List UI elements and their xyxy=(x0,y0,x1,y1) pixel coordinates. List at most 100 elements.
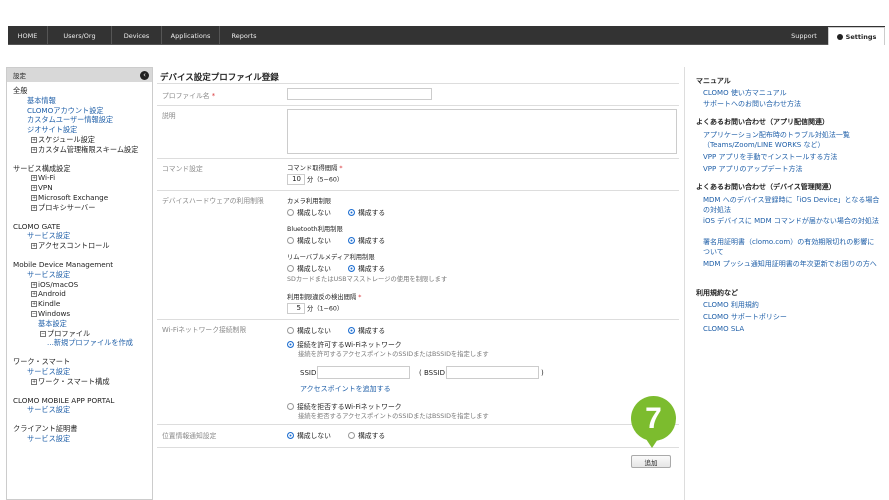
profile-name-input[interactable] xyxy=(287,88,432,100)
help-link[interactable]: サポートへのお問い合わせ方法 xyxy=(703,99,881,109)
collapse-icon[interactable]: − xyxy=(40,330,46,337)
expand-icon[interactable]: + xyxy=(31,243,37,250)
help-link[interactable]: MDM へのデバイス登録時に「iOS Device」となる場合の対処法 xyxy=(703,195,881,215)
sidebar-group-title: クライアント証明書 xyxy=(13,424,78,434)
expand-icon[interactable]: + xyxy=(31,175,37,182)
sidebar-item[interactable]: + スケジュール設定 xyxy=(13,135,152,145)
top-navigation-bar: HOME Users/Org Devices Applications Repo… xyxy=(8,26,885,45)
description-textarea[interactable] xyxy=(287,109,677,154)
sidebar-item[interactable]: サービス設定 xyxy=(13,270,152,280)
sidebar-item[interactable]: + Wi-Fi xyxy=(13,173,152,183)
sidebar-item[interactable]: + プロキシサーバー xyxy=(13,203,152,213)
add-button[interactable]: 追加 xyxy=(631,455,671,468)
camera-no-config-radio[interactable]: 構成しない xyxy=(287,207,331,217)
help-link[interactable]: VPP アプリのアップデート方法 xyxy=(703,164,881,174)
help-link[interactable]: iOS デバイスに MDM コマンドが届かない場合の対処法 xyxy=(703,216,881,226)
expand-icon[interactable]: + xyxy=(31,185,37,192)
collapse-icon[interactable]: − xyxy=(31,310,37,317)
wifi-config-radio[interactable]: 構成する xyxy=(348,325,385,335)
location-no-config-radio[interactable]: 構成しない xyxy=(287,430,331,440)
expand-icon[interactable]: + xyxy=(31,146,37,153)
wifi-allow-radio[interactable]: 接続を許可するWi-Fiネットワーク xyxy=(287,339,402,349)
sidebar-item[interactable]: − Windows xyxy=(13,309,152,319)
help-link[interactable]: CLOMO SLA xyxy=(703,324,881,334)
removable-no-config-radio[interactable]: 構成しない xyxy=(287,263,331,273)
sidebar-item[interactable]: カスタムユーザー情報設定 xyxy=(13,115,152,125)
sidebar-item[interactable]: + アクセスコントロール xyxy=(13,241,152,251)
sidebar-group-title: サービス構成設定 xyxy=(13,163,71,173)
expand-icon[interactable]: + xyxy=(31,378,37,385)
command-interval-row: 10 分（5~60） xyxy=(287,174,343,185)
sidebar-item[interactable]: + Android xyxy=(13,289,152,299)
help-link[interactable]: CLOMO 利用規約 xyxy=(703,300,881,310)
expand-icon[interactable]: + xyxy=(31,136,37,143)
expand-icon[interactable]: + xyxy=(31,281,37,288)
collapse-sidebar-icon[interactable]: ‹ xyxy=(140,70,149,80)
location-notification-label: 位置情報通知設定 xyxy=(162,432,217,440)
sidebar-item[interactable]: サービス設定 xyxy=(13,434,152,444)
sidebar-item[interactable]: + カスタム管理権限スキーム設定 xyxy=(13,145,152,155)
expand-icon[interactable]: + xyxy=(31,301,37,308)
ssid-input[interactable] xyxy=(317,366,410,379)
settings-sidebar: 設定 ‹ 全般 基本情報 CLOMOアカウント設定 カスタムユーザー情報設定 ジオサイト… xyxy=(6,67,153,500)
add-access-point-link[interactable]: アクセスポイントを追加する xyxy=(300,384,391,394)
removable-note: SDカードまたはUSBマスストレージの使用を制限します xyxy=(287,276,448,283)
sidebar-item[interactable]: + Kindle xyxy=(13,299,152,309)
sidebar-item-label: サービス設定 xyxy=(27,433,71,443)
sidebar-item[interactable]: 基本設定 xyxy=(13,319,152,329)
sidebar-item[interactable]: − プロファイル xyxy=(13,329,152,339)
expand-icon[interactable]: + xyxy=(31,204,37,211)
sidebar-item[interactable]: 基本情報 xyxy=(13,96,152,106)
sidebar-item[interactable]: サービス設定 xyxy=(13,405,152,415)
bssid-input[interactable] xyxy=(446,366,539,379)
sidebar-header: 設定 ‹ xyxy=(7,68,152,82)
nav-reports[interactable]: Reports xyxy=(220,26,268,45)
sidebar-item-label: アクセスコントロール xyxy=(38,241,110,251)
settings-gear-icon xyxy=(836,33,843,40)
sidebar-item[interactable]: + VPN xyxy=(13,183,152,193)
sidebar-item[interactable]: + Microsoft Exchange xyxy=(13,193,152,203)
sidebar-item-label: カスタム管理権限スキーム設定 xyxy=(38,144,139,154)
nav-applications[interactable]: Applications xyxy=(162,26,220,45)
command-interval-input[interactable]: 10 xyxy=(287,174,305,185)
sidebar-item[interactable]: ...新規プロファイルを作成 xyxy=(13,338,152,348)
wifi-restriction-label: Wi-Fiネットワーク接続制限 xyxy=(162,326,247,334)
bluetooth-no-config-radio[interactable]: 構成しない xyxy=(287,235,331,245)
nav-users-org[interactable]: Users/Org xyxy=(48,26,112,45)
nav-devices[interactable]: Devices xyxy=(112,26,162,45)
expand-icon[interactable]: + xyxy=(31,291,37,298)
expand-icon[interactable]: + xyxy=(31,194,37,201)
sidebar-item[interactable]: ジオサイト設定 xyxy=(13,125,152,135)
location-config-radio[interactable]: 構成する xyxy=(348,430,385,440)
wifi-no-config-radio[interactable]: 構成しない xyxy=(287,325,331,335)
sidebar-group-title: 全般 xyxy=(13,86,28,95)
camera-config-radio[interactable]: 構成する xyxy=(348,207,385,217)
help-link[interactable]: 署名用証明書（clomo.com）の有効期限切れの影響について xyxy=(703,237,881,257)
sidebar-item-label: Windows xyxy=(38,308,71,318)
sidebar-item[interactable]: サービス設定 xyxy=(13,367,152,377)
sidebar-item-label: カスタムユーザー情報設定 xyxy=(27,115,114,125)
sidebar-item-label: 基本情報 xyxy=(27,95,56,105)
sidebar-item[interactable]: + ワーク・スマート構成 xyxy=(13,377,152,387)
bssid-close-paren: ) xyxy=(541,369,544,377)
sidebar-group-title: CLOMO MOBILE APP PORTAL xyxy=(13,395,115,405)
description-label: 説明 xyxy=(162,112,176,120)
nav-support[interactable]: Support xyxy=(784,26,824,45)
help-link[interactable]: VPP アプリを手動でインストールする方法 xyxy=(703,152,881,162)
sidebar-item[interactable]: + iOS/macOS xyxy=(13,280,152,290)
bluetooth-label: Bluetooth利用制限 xyxy=(287,226,343,233)
help-link[interactable]: CLOMO サポートポリシー xyxy=(703,312,881,322)
wifi-deny-radio[interactable]: 接続を拒否するWi-Fiネットワーク xyxy=(287,401,402,411)
help-link[interactable]: CLOMO 使い方マニュアル xyxy=(703,88,881,98)
sidebar-item-label: サービス設定 xyxy=(27,269,71,279)
help-link[interactable]: アプリケーション配布時のトラブル対処法一覧（Teams/Zoom/LINE WO… xyxy=(703,130,881,150)
nav-settings-tab[interactable]: Settings xyxy=(828,27,885,45)
removable-config-radio[interactable]: 構成する xyxy=(348,263,385,273)
bluetooth-config-radio[interactable]: 構成する xyxy=(348,235,385,245)
breach-interval-input[interactable]: 5 xyxy=(287,303,305,314)
sidebar-item-label: サービス設定 xyxy=(27,231,71,241)
sidebar-item[interactable]: CLOMOアカウント設定 xyxy=(13,106,152,116)
help-link[interactable]: MDM プッシュ通知用証明書の年次更新でお困りの方へ xyxy=(703,259,881,269)
sidebar-item[interactable]: サービス設定 xyxy=(13,231,152,241)
nav-home[interactable]: HOME xyxy=(8,26,48,45)
